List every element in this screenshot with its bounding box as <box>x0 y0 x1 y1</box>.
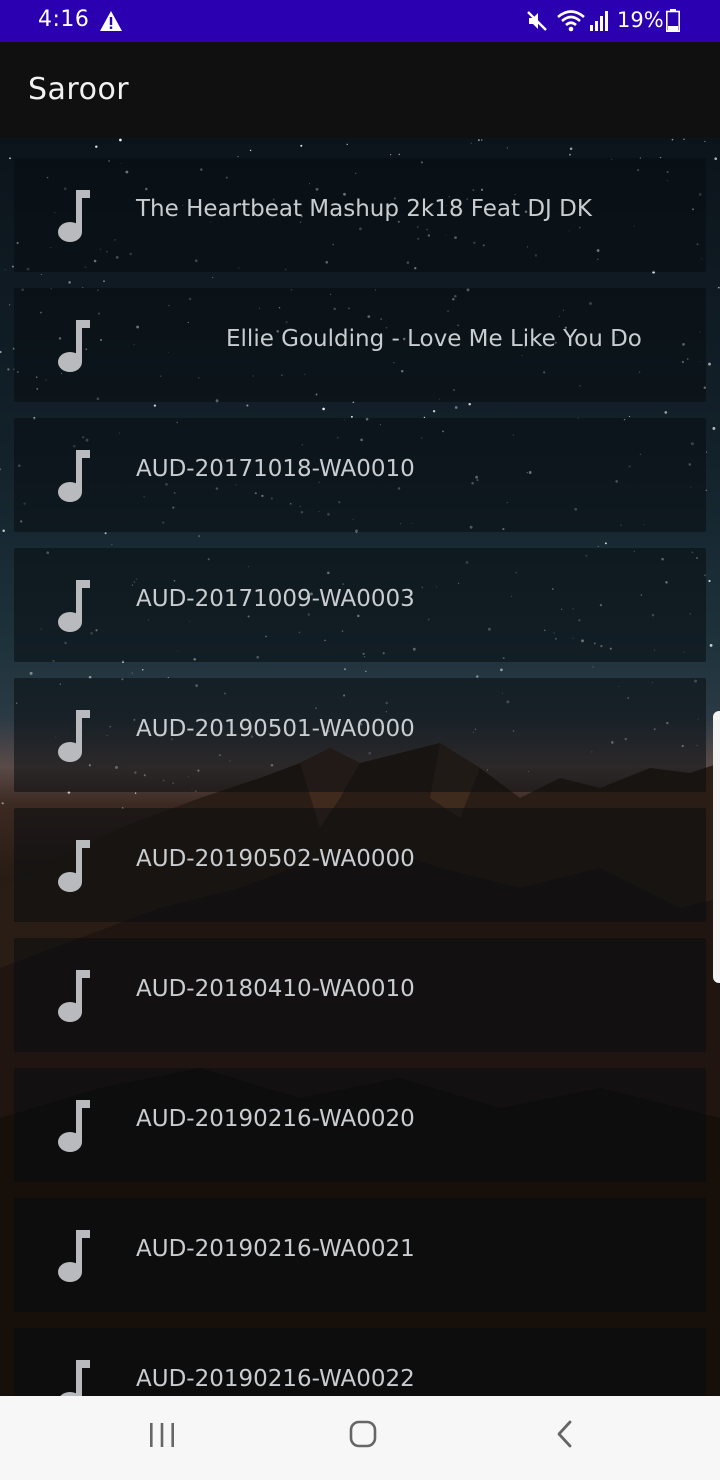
song-item[interactable]: AUD-20190501-WA0000 <box>14 678 706 792</box>
music-note-icon <box>58 1100 90 1152</box>
song-title: Ellie Goulding - Love Me Like You Do <box>226 326 642 352</box>
song-item[interactable]: AUD-20171018-WA0010 <box>14 418 706 532</box>
song-item[interactable]: AUD-20190216-WA0022 <box>14 1328 706 1396</box>
song-item[interactable]: AUD-20190216-WA0021 <box>14 1198 706 1312</box>
song-title: AUD-20171018-WA0010 <box>136 456 415 482</box>
song-item[interactable]: AUD-20190502-WA0000 <box>14 808 706 922</box>
music-note-icon <box>60 1360 90 1396</box>
app-title: Saroor <box>28 72 130 107</box>
navigation-bar <box>0 1396 720 1480</box>
song-title: AUD-20190501-WA0000 <box>136 716 415 742</box>
home-icon[interactable] <box>347 1418 379 1450</box>
music-note-icon <box>58 450 90 502</box>
status-bar: 4:16 19% <box>0 0 720 42</box>
battery-percentage: 19% <box>617 8 664 32</box>
music-note-icon <box>58 580 90 632</box>
song-list-container[interactable]: The Heartbeat Mashup 2k18 Feat DJ DK Elli… <box>0 138 720 1396</box>
song-title: AUD-20190502-WA0000 <box>136 846 415 872</box>
scrollbar-handle[interactable] <box>713 711 720 983</box>
recents-icon[interactable] <box>146 1420 178 1450</box>
music-note-icon <box>58 1230 90 1282</box>
app-bar: Saroor <box>0 42 720 138</box>
music-note-icon <box>58 190 90 242</box>
music-note-icon <box>58 840 90 892</box>
song-title: AUD-20190216-WA0021 <box>136 1236 415 1262</box>
song-item[interactable]: AUD-20190216-WA0020 <box>14 1068 706 1182</box>
song-title: AUD-20190216-WA0020 <box>136 1106 415 1132</box>
music-note-icon <box>58 710 90 762</box>
song-title: The Heartbeat Mashup 2k18 Feat DJ DK <box>136 196 592 222</box>
warning-icon <box>100 11 122 31</box>
music-note-icon <box>58 320 90 372</box>
song-title: AUD-20190216-WA0022 <box>136 1366 415 1392</box>
song-title: AUD-20180410-WA0010 <box>136 976 415 1002</box>
song-item[interactable]: The Heartbeat Mashup 2k18 Feat DJ DK <box>14 158 706 272</box>
back-icon[interactable] <box>552 1418 578 1450</box>
song-item[interactable]: AUD-20171009-WA0003 <box>14 548 706 662</box>
mute-icon <box>527 11 547 31</box>
battery-icon <box>666 9 680 32</box>
song-item[interactable]: AUD-20180410-WA0010 <box>14 938 706 1052</box>
song-title: AUD-20171009-WA0003 <box>136 586 415 612</box>
wifi-icon <box>557 10 585 32</box>
screen: 4:16 19% Saroor The Heartbeat Mashup 2k1… <box>0 0 720 1480</box>
song-item[interactable]: Ellie Goulding - Love Me Like You Do <box>14 288 706 402</box>
status-time: 4:16 <box>38 7 90 32</box>
signal-icon <box>590 11 608 31</box>
music-note-icon <box>58 970 90 1022</box>
